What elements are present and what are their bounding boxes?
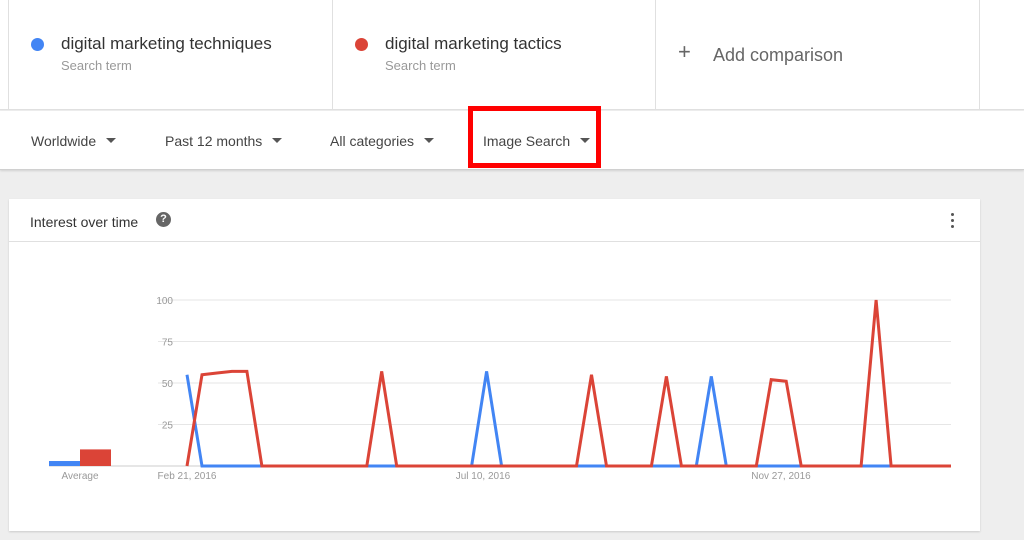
term-1-subtitle: Search term — [61, 58, 132, 73]
search-terms-bar: digital marketing techniques Search term… — [0, 0, 1024, 110]
x-tick-label: Feb 21, 2016 — [158, 471, 217, 482]
region-label: Worldwide — [31, 133, 97, 149]
y-tick-label: 25 — [162, 421, 174, 432]
time-range-label: Past 12 months — [165, 133, 263, 149]
average-label: Average — [61, 471, 99, 482]
add-comparison-button[interactable]: + Add comparison — [655, 0, 980, 110]
plus-icon: + — [678, 39, 691, 64]
line-chart: 100 75 50 25 Feb 21, 2016 Jul 10, 2016 Nov 27,… — [49, 296, 951, 482]
search-term-1[interactable]: digital marketing techniques Search term — [8, 0, 332, 110]
add-comparison-label: Add comparison — [713, 45, 844, 65]
interest-over-time-card: Interest over time ? 100 75 50 25 Feb 21, 20… — [9, 199, 980, 531]
region-dropdown[interactable]: Worldwide — [31, 133, 117, 149]
y-tick-label: 75 — [162, 338, 174, 349]
caret-down-icon — [106, 137, 117, 143]
x-tick-label: Nov 27, 2016 — [751, 471, 811, 482]
highlight-box — [468, 106, 601, 168]
series-line — [185, 371, 951, 468]
average-bar — [80, 449, 111, 466]
category-label: All categories — [330, 133, 415, 149]
y-tick-label: 100 — [156, 296, 173, 307]
term-2-color-dot — [355, 38, 368, 51]
category-dropdown[interactable]: All categories — [330, 133, 435, 149]
caret-down-icon — [272, 137, 283, 143]
term-2-name[interactable]: digital marketing tactics — [385, 34, 562, 54]
term-1-color-dot — [31, 38, 44, 51]
average-bar — [49, 461, 80, 466]
caret-down-icon — [424, 137, 435, 143]
y-tick-label: 50 — [162, 379, 174, 390]
term-1-name[interactable]: digital marketing techniques — [61, 34, 272, 54]
time-range-dropdown[interactable]: Past 12 months — [165, 133, 283, 149]
x-tick-label: Jul 10, 2016 — [456, 471, 511, 482]
term-2-subtitle: Search term — [385, 58, 456, 73]
search-term-2[interactable]: digital marketing tactics Search term — [332, 0, 655, 110]
